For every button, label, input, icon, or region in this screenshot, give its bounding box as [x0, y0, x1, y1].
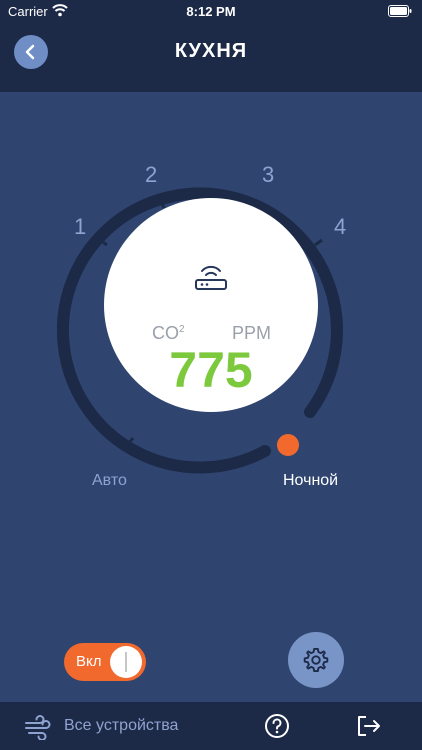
help-button[interactable] — [264, 713, 290, 744]
power-toggle[interactable]: Вкл — [64, 643, 146, 681]
settings-button[interactable] — [288, 632, 344, 688]
status-bar: Carrier 8:12 PM — [0, 0, 422, 22]
question-icon — [265, 714, 289, 738]
dial-center: CO2 PPM 775 — [104, 198, 318, 412]
co2-value: 775 — [169, 342, 253, 398]
all-devices-label: Все устройства — [64, 717, 179, 734]
dial-handle[interactable] — [277, 434, 299, 456]
logout-button[interactable] — [356, 714, 382, 743]
scale-label-1: 1 — [74, 214, 87, 239]
status-time: 8:12 PM — [186, 4, 236, 19]
scale-label-4: 4 — [334, 214, 347, 239]
tab-bar: Все устройства — [0, 702, 422, 750]
gear-icon — [303, 647, 329, 673]
scale-label-2: 2 — [145, 162, 158, 187]
mode-night-label[interactable]: Ночной — [283, 472, 338, 490]
battery-icon — [388, 5, 412, 20]
toggle-knob — [110, 646, 142, 678]
fan-icon — [25, 715, 51, 740]
scale-label-3: 3 — [262, 162, 275, 187]
logout-icon — [358, 716, 380, 736]
page-title: КУХНЯ — [174, 40, 248, 62]
co2-dial: 1 2 3 4 Авто Ночной CO2 PPM 775 — [0, 92, 422, 512]
toggle-label: Вкл — [76, 653, 102, 670]
dial-tick-4 — [314, 238, 323, 247]
mode-auto-label[interactable]: Авто — [92, 472, 127, 490]
router-icon — [195, 265, 227, 290]
navigation-bar: КУХНЯ — [0, 22, 422, 92]
